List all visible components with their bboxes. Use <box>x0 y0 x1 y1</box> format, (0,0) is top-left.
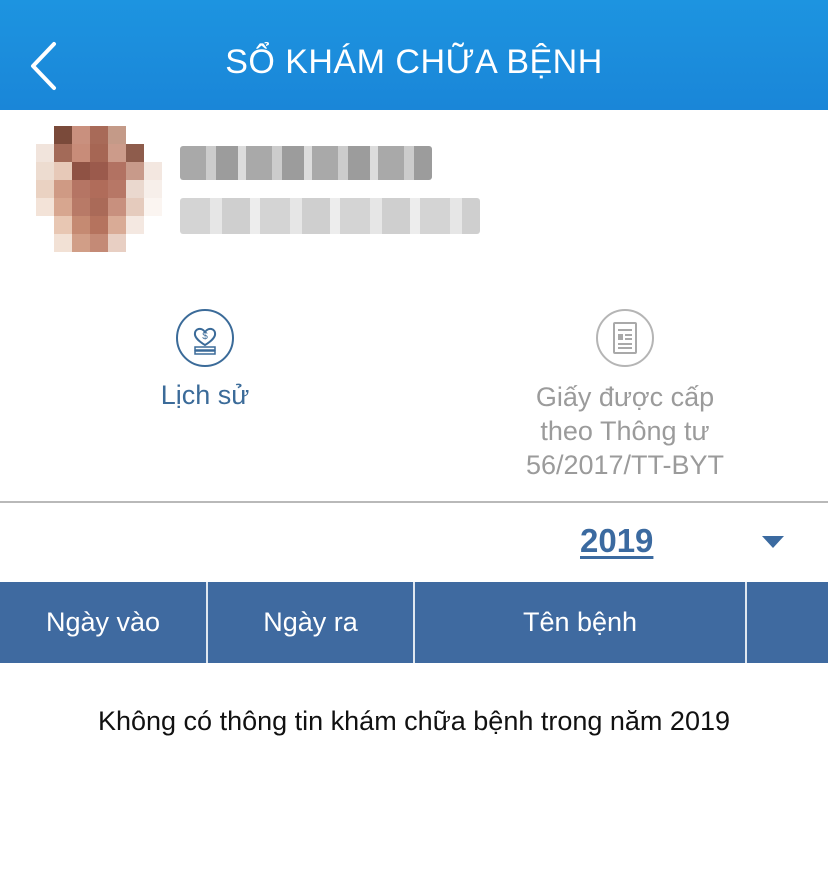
certificate-label: Giấy được cấp theo Thông tư 56/2017/TT-B… <box>525 382 725 480</box>
year-value: 2019 <box>580 522 654 559</box>
year-dropdown[interactable]: 2019 <box>580 522 820 566</box>
table-header: Ngày vào Ngày ra Tên bệnh <box>0 582 828 663</box>
medical-record-icon: $ <box>176 309 234 367</box>
section-divider <box>0 501 828 503</box>
empty-state-message: Không có thông tin khám chữa bệnh trong … <box>97 706 730 736</box>
profile-id-redacted <box>180 198 480 234</box>
certificate-button[interactable]: Giấy được cấp theo Thông tư 56/2017/TT-B… <box>470 308 780 482</box>
column-header-admission-date: Ngày vào <box>0 582 208 663</box>
page-title: SỔ KHÁM CHỮA BỆNH <box>225 43 603 81</box>
app-header: SỔ KHÁM CHỮA BỆNH <box>0 0 828 110</box>
avatar <box>36 126 162 252</box>
profile-name-redacted <box>180 146 432 180</box>
svg-text:$: $ <box>202 331 208 342</box>
column-header-disease-name: Tên bệnh <box>415 582 747 663</box>
document-icon <box>596 309 654 367</box>
column-header-extra <box>747 582 828 663</box>
column-header-discharge-date: Ngày ra <box>208 582 415 663</box>
history-button[interactable]: $ Lịch sử <box>100 308 310 411</box>
history-label: Lịch sử <box>160 380 250 410</box>
dropdown-arrow-icon <box>762 536 784 548</box>
